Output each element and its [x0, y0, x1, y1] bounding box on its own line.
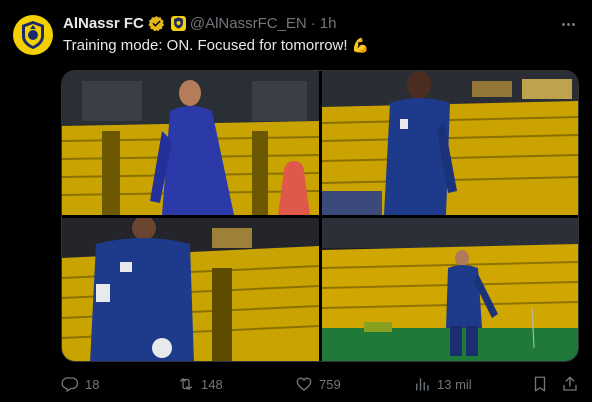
bookmark-button[interactable] — [531, 372, 549, 396]
separator-dot: · — [310, 14, 316, 32]
tweet-text: Training mode: ON. Focused for tomorrow!… — [63, 37, 369, 54]
alnassr-crest-icon — [22, 21, 44, 49]
tweet-card[interactable]: AlNassr FC @AlNassrFC_EN · 1h Training m… — [0, 0, 592, 402]
display-name[interactable]: AlNassr FC — [63, 15, 144, 32]
repost-icon — [180, 378, 192, 390]
heart-icon — [296, 377, 312, 391]
share-button[interactable] — [561, 372, 579, 396]
like-count: 759 — [319, 376, 341, 392]
like-button[interactable]: 759 — [295, 372, 341, 396]
training-photo-2[interactable] — [322, 71, 578, 215]
reply-count: 18 — [85, 376, 100, 392]
training-photo-4[interactable] — [322, 218, 578, 361]
media-grid — [61, 70, 579, 362]
alnassr-affiliate-badge-icon[interactable] — [170, 15, 186, 31]
flexed-biceps-emoji: 💪 — [351, 37, 370, 53]
reply-button[interactable]: 18 — [61, 372, 99, 396]
more-options-button[interactable] — [558, 14, 578, 34]
repost-button[interactable]: 148 — [177, 372, 223, 396]
avatar[interactable] — [13, 15, 53, 55]
handle[interactable]: @AlNassrFC_EN — [190, 15, 307, 32]
timestamp[interactable]: 1h — [320, 15, 337, 32]
tweet-header: AlNassr FC @AlNassrFC_EN · 1h — [63, 13, 336, 33]
views-button[interactable]: 13 mil — [413, 372, 472, 396]
more-dot-icon — [561, 22, 565, 26]
more-dot-icon — [571, 22, 575, 26]
views-chart-icon — [416, 378, 429, 391]
tweet-body: Training mode: ON. Focused for tomorrow! — [63, 37, 348, 54]
repost-count: 148 — [201, 376, 223, 392]
gold-verified-badge-icon — [148, 15, 164, 31]
tweet-actions: 18 148 759 13 mil — [61, 372, 581, 396]
bookmark-icon — [534, 376, 546, 392]
view-count: 13 mil — [437, 376, 472, 392]
training-photo-1[interactable] — [62, 71, 319, 215]
reply-icon — [61, 377, 79, 392]
training-photo-3[interactable] — [62, 218, 319, 361]
more-dot-icon — [566, 22, 570, 26]
share-icon — [563, 376, 577, 391]
